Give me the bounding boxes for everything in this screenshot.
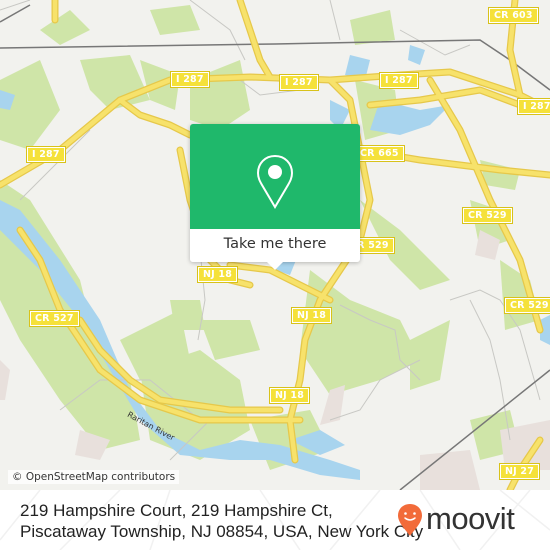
osm-attribution[interactable]: © OpenStreetMap contributors bbox=[8, 470, 180, 484]
moovit-wordmark: moovit bbox=[426, 501, 515, 536]
road-label-nj18: NJ 18 bbox=[268, 387, 311, 404]
road-label-i287: I 287 bbox=[379, 72, 419, 89]
address-line-1: 219 Hampshire Court, 219 Hampshire Ct, bbox=[20, 501, 333, 520]
moovit-pin-icon bbox=[397, 503, 423, 542]
road-label-nj18: NJ 18 bbox=[290, 307, 333, 324]
take-me-there-button[interactable]: Take me there bbox=[190, 229, 360, 262]
road-label-i287: I 287 bbox=[26, 146, 66, 163]
moovit-logo[interactable]: moovit bbox=[397, 501, 515, 542]
road-label-cr529: CR 529 bbox=[504, 297, 550, 314]
popup-header bbox=[190, 124, 360, 229]
road-label-cr665: CR 665 bbox=[354, 145, 405, 162]
address-line-2: Piscataway Township, NJ 08854, USA, New … bbox=[20, 522, 424, 541]
road-label-i287: I 287 bbox=[279, 74, 319, 91]
road-label-i287: I 287 bbox=[517, 98, 550, 115]
road-label-cr529: CR 529 bbox=[462, 207, 513, 224]
road-label-nj18: NJ 18 bbox=[196, 266, 239, 283]
road-label-cr527: CR 527 bbox=[29, 310, 80, 327]
destination-popup: Take me there bbox=[190, 124, 360, 270]
road-label-i287: I 287 bbox=[170, 71, 210, 88]
road-label-cr603: CR 603 bbox=[488, 7, 539, 24]
road-label-nj27: NJ 27 bbox=[498, 463, 541, 480]
popup-tail bbox=[266, 261, 284, 270]
map[interactable]: I 287 I 287 I 287 I 287 I 287 CR 603 CR … bbox=[0, 0, 550, 490]
address: 219 Hampshire Court, 219 Hampshire Ct, P… bbox=[20, 500, 423, 542]
